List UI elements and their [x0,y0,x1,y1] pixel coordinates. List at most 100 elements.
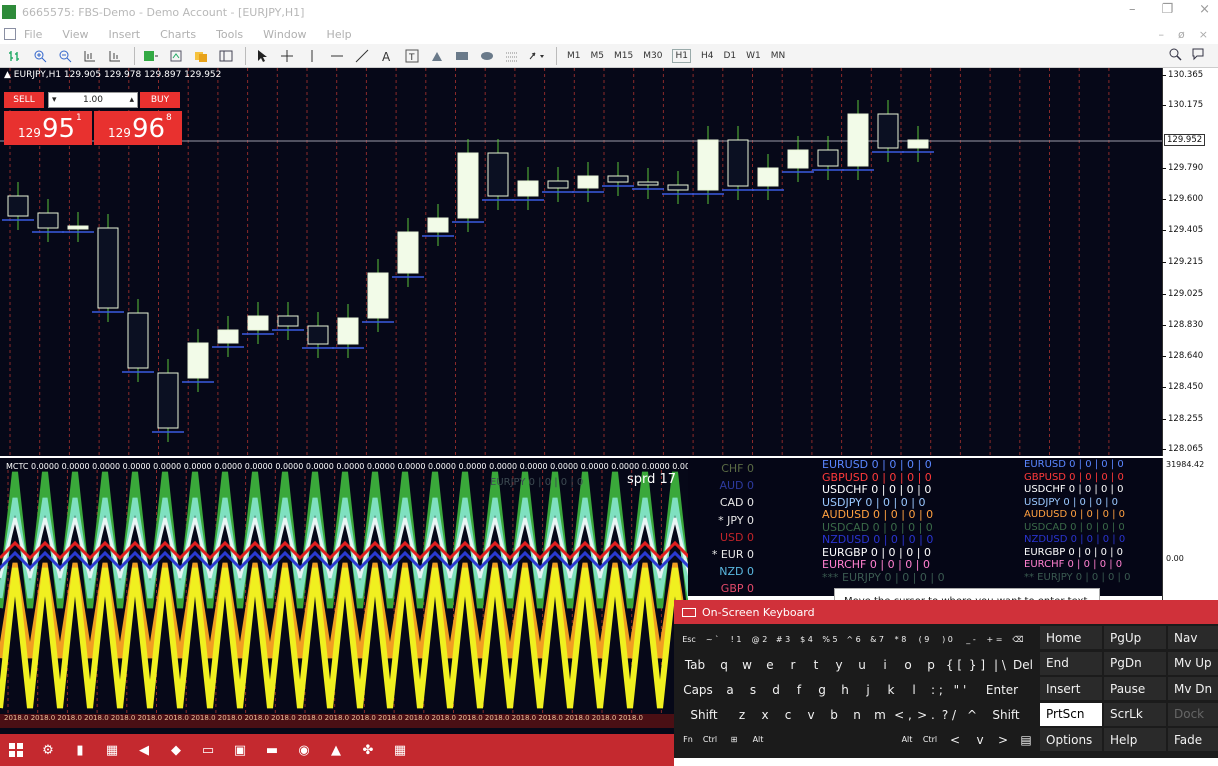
chart-window-icon[interactable] [4,28,16,40]
zoom-out-icon[interactable] [54,46,76,66]
text-icon[interactable]: A [376,46,398,66]
profiles-icon[interactable] [190,46,212,66]
timeframe-w1[interactable]: W1 [746,51,761,61]
metatrader-task-icon[interactable]: ▦ [384,734,416,766]
app-icon-8[interactable]: ✤ [352,734,384,766]
key-esc-[interactable]: Esc [678,628,700,651]
key-scrlk[interactable]: ScrLk [1104,702,1166,726]
key-symbol[interactable]: ⊞ [722,728,746,751]
templates-icon[interactable] [165,46,187,66]
crosshair-icon[interactable] [276,46,298,66]
app-icon-2[interactable]: ▮ [64,734,96,766]
timeframe-mn[interactable]: MN [771,51,786,61]
app-icon-4[interactable]: ◀ [128,734,160,766]
key-s[interactable]: s [742,678,764,701]
arrows-dropdown-icon[interactable] [526,46,548,66]
key-symbol[interactable]: ? / [938,703,960,726]
menu-file[interactable]: File [24,28,42,41]
key-symbol[interactable]: > [992,728,1014,751]
key-pgdn[interactable]: PgDn [1104,651,1166,675]
key-alt[interactable]: Alt [748,728,768,751]
menu-insert[interactable]: Insert [109,28,141,41]
lot-increase-icon[interactable]: ▴ [129,95,134,105]
mdi-restore-button[interactable]: ø [1178,28,1185,41]
key-a[interactable]: a [719,678,741,701]
key-prtscn[interactable]: PrtScn [1040,702,1102,726]
timeframe-m15[interactable]: M15 [614,51,633,61]
buy-button[interactable]: BUY [140,92,180,108]
grid-icon[interactable] [501,46,523,66]
mdi-minimize-button[interactable]: – [1159,28,1165,41]
key-h[interactable]: h [834,678,856,701]
key-m[interactable]: m [869,703,891,726]
key-insert[interactable]: Insert [1040,677,1102,700]
key-dock[interactable]: Dock [1168,702,1218,726]
search-icon[interactable] [1168,47,1182,64]
key-fn[interactable]: Fn [678,728,698,751]
key-5-[interactable]: % 5 [819,628,841,651]
key-t[interactable]: t [805,653,827,676]
text-label-icon[interactable]: T [401,46,423,66]
key-symbol[interactable]: | \ [989,653,1011,676]
key-j[interactable]: j [857,678,879,701]
key-w[interactable]: w [736,653,758,676]
key-tab[interactable]: Tab [678,653,712,676]
app-icon-3[interactable]: ▦ [96,734,128,766]
timeframe-h1[interactable]: H1 [672,48,691,63]
app-icon-6[interactable]: ▣ [224,734,256,766]
key-n[interactable]: n [846,703,868,726]
menu-window[interactable]: Window [263,28,306,41]
menu-charts[interactable]: Charts [160,28,196,41]
key-mv-dn[interactable]: Mv Dn [1168,677,1218,700]
key-8-[interactable]: * 8 [889,628,912,651]
app-icon-7[interactable]: ▲ [320,734,352,766]
key-symbol[interactable]: ^ [961,703,983,726]
key-l[interactable]: l [903,678,925,701]
key-q[interactable]: q [713,653,735,676]
key-c[interactable]: c [777,703,799,726]
app-icon-5[interactable]: ◆ [160,734,192,766]
sell-button[interactable]: SELL [4,92,44,108]
key-shift[interactable]: Shift [678,703,730,726]
key-home[interactable]: Home [1040,626,1102,649]
key-symbol-[interactable]: ⌫ [1007,628,1029,651]
key-symbol[interactable]: } ] [966,653,988,676]
key-2-[interactable]: @ 2 [748,628,771,651]
close-button[interactable]: × [1199,2,1210,17]
horizontal-line-icon[interactable] [326,46,348,66]
timeframe-h4[interactable]: H4 [701,51,714,61]
menu-help[interactable]: Help [327,28,352,41]
key-6-[interactable]: ^ 6 [842,628,865,651]
key-ctrl[interactable]: Ctrl [700,728,720,751]
key-x[interactable]: x [754,703,776,726]
key-end[interactable]: End [1040,651,1102,675]
key-pgup[interactable]: PgUp [1104,626,1166,649]
key-symbol[interactable]: < [944,728,966,751]
key-k[interactable]: k [880,678,902,701]
lot-decrease-icon[interactable]: ▾ [52,95,57,105]
restore-button[interactable]: ❐ [1161,2,1173,17]
timeframe-m5[interactable]: M5 [591,51,605,61]
key-symbol-[interactable]: + = [983,628,1006,651]
indicator-subwindow[interactable]: MCTC 0.0000 0.0000 0.0000 0.0000 0.0000 … [0,458,688,734]
ellipse-icon[interactable] [476,46,498,66]
key-e[interactable]: e [759,653,781,676]
key-caps[interactable]: Caps [678,678,718,701]
key-symbol[interactable]: < , [892,703,914,726]
key-ctrl[interactable]: Ctrl [919,728,941,751]
key-shift[interactable]: Shift [984,703,1028,726]
key-0-[interactable]: ) 0 [936,628,959,651]
menu-tools[interactable]: Tools [216,28,243,41]
app-icon-1[interactable]: ⚙ [32,734,64,766]
buy-price-box[interactable]: 129 96 8 [94,111,182,145]
key-symbol[interactable]: " ' [949,678,971,701]
folder-icon[interactable]: ▬ [256,734,288,766]
timeframe-d1[interactable]: D1 [723,51,736,61]
price-chart[interactable]: ▲ EURJPY,H1 129.905 129.978 129.897 129.… [0,68,1162,456]
key-g[interactable]: g [811,678,833,701]
mdi-close-button[interactable]: × [1199,28,1208,41]
windows-start-icon[interactable] [0,734,32,766]
timeframe-m1[interactable]: M1 [567,51,581,61]
vertical-line-icon[interactable] [301,46,323,66]
key-v[interactable]: v [800,703,822,726]
